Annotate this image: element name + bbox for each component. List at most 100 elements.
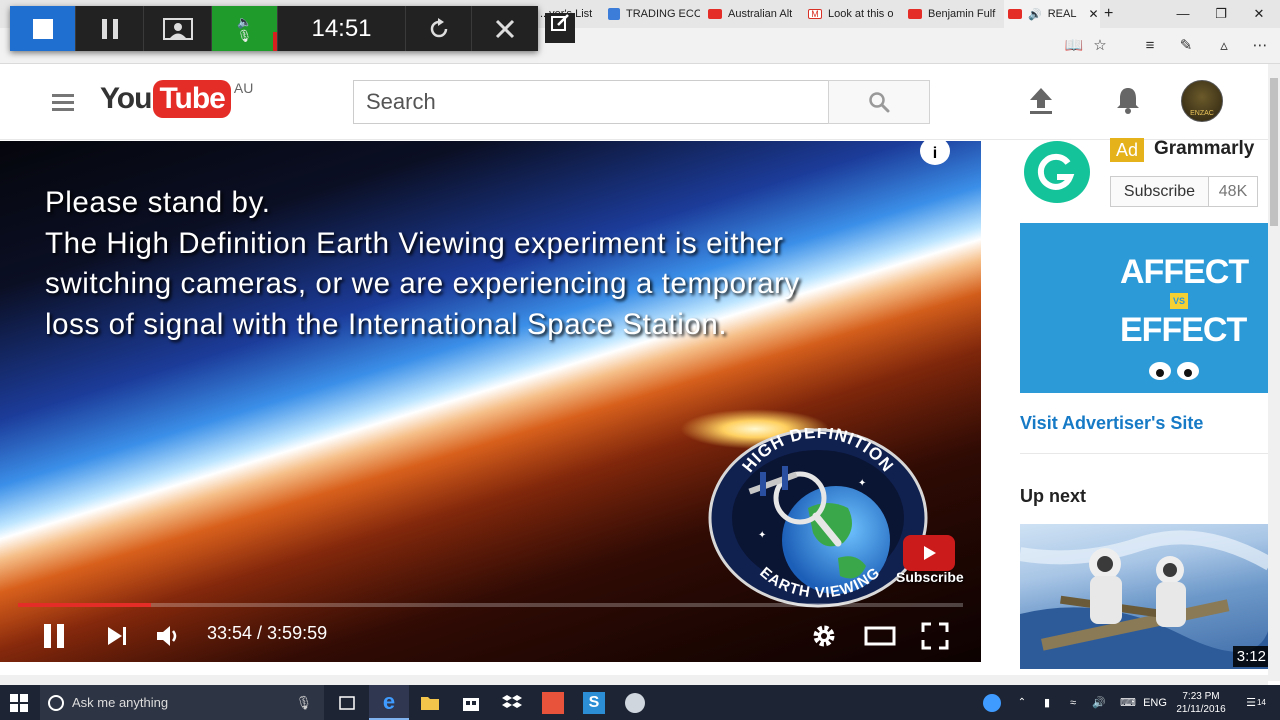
tab-label: TRADING ECC — [626, 8, 700, 20]
ad-image-line1: AFFECT — [1120, 253, 1249, 291]
taskbar-dropbox[interactable] — [492, 685, 532, 720]
microphone-icon: 🎙 — [236, 28, 253, 43]
search-input[interactable]: Search — [353, 80, 829, 124]
scrollbar-thumb[interactable] — [1270, 78, 1278, 226]
clock[interactable]: 7:23 PM 21/11/2016 — [1168, 685, 1234, 720]
audio-level-indicator — [273, 32, 277, 51]
tray-overflow-button[interactable]: ⌃ — [1012, 685, 1032, 720]
app-icon — [542, 691, 564, 714]
cancel-recording-button[interactable] — [472, 6, 538, 51]
browser-tab[interactable]: Australian Alt — [704, 0, 802, 28]
stop-icon — [32, 18, 53, 39]
grammarly-g-icon — [1037, 153, 1075, 190]
taskbar-app-red[interactable] — [533, 685, 573, 720]
next-button[interactable] — [104, 621, 130, 651]
upload-button[interactable] — [1026, 84, 1056, 116]
volume-button[interactable] — [154, 621, 182, 651]
avatar[interactable]: ENZAC — [1181, 80, 1223, 122]
youtube-logo[interactable]: You Tube AU — [100, 80, 253, 118]
recorder-edit-button[interactable] — [545, 13, 575, 43]
more-icon[interactable]: ⋯ — [1250, 36, 1270, 56]
close-tab-icon[interactable]: ✕ — [1088, 7, 1098, 21]
restart-recording-button[interactable] — [406, 6, 472, 51]
region-label: AU — [233, 80, 254, 96]
web-note-icon[interactable]: ✎ — [1176, 36, 1196, 56]
hub-icon[interactable]: ≡ — [1140, 36, 1160, 56]
browser-tab[interactable]: M Look at this o — [804, 0, 902, 28]
recording-timer: 14:51 — [278, 6, 406, 51]
caption-line: switching cameras, or we are experiencin… — [45, 267, 800, 300]
windows-start-icon[interactable] — [10, 694, 28, 712]
favorites-star-icon[interactable]: ☆ — [1090, 36, 1110, 56]
edit-icon — [551, 14, 569, 31]
search-button[interactable] — [828, 80, 930, 124]
share-icon[interactable]: ▵ — [1214, 36, 1234, 56]
close-window-button[interactable]: ✕ — [1236, 0, 1280, 28]
divider — [1020, 453, 1268, 454]
microphone-icon[interactable]: 🎙 — [295, 695, 312, 711]
search-placeholder: Search — [366, 89, 436, 114]
youtube-play-icon[interactable] — [903, 535, 955, 571]
browser-tab-active[interactable]: 🔊 REAL ✕ — [1004, 0, 1100, 28]
taskbar-app-s[interactable]: S — [574, 685, 614, 720]
avatar-text: ENZAC — [1190, 110, 1214, 117]
bell-icon — [1117, 88, 1139, 114]
youtube-icon — [1008, 9, 1022, 19]
battery-icon[interactable]: ▮ — [1036, 685, 1058, 720]
ad-image[interactable]: AFFECT VS EFFECT — [1020, 223, 1270, 393]
gmail-icon: M — [808, 9, 822, 19]
task-view-button[interactable] — [327, 685, 367, 720]
advertiser-name[interactable]: Grammarly — [1154, 138, 1254, 160]
browser-tab[interactable]: TRADING ECC — [604, 0, 700, 28]
fullscreen-button[interactable] — [920, 621, 950, 651]
vertical-scrollbar[interactable] — [1268, 64, 1280, 681]
subscribe-overlay-label[interactable]: Subscribe — [896, 569, 964, 585]
visit-advertiser-link[interactable]: Visit Advertiser's Site — [1020, 413, 1203, 434]
ad-subscribe-button[interactable]: Subscribe 48K — [1110, 176, 1258, 207]
menu-icon[interactable] — [52, 94, 74, 115]
notification-icon: ☰ — [1246, 697, 1256, 709]
wifi-icon[interactable]: ≈ — [1062, 685, 1084, 720]
volume-icon[interactable]: 🔊 — [1088, 685, 1110, 720]
webcam-button[interactable] — [144, 6, 212, 51]
pause-icon — [44, 624, 64, 648]
grammarly-logo[interactable] — [1024, 141, 1090, 203]
youtube-icon — [908, 9, 922, 19]
clock-date: 21/11/2016 — [1176, 703, 1226, 715]
cortana-search-box[interactable]: Ask me anything 🎙 — [40, 685, 324, 720]
next-icon — [108, 627, 126, 645]
clock-time: 7:23 PM — [1182, 690, 1220, 702]
progress-bar[interactable] — [18, 603, 963, 607]
settings-button[interactable] — [810, 621, 838, 651]
theater-mode-button[interactable] — [864, 621, 896, 651]
notifications-button[interactable] — [1113, 84, 1143, 116]
audio-toggle-button[interactable]: 🔈 🎙 — [212, 6, 278, 51]
taskbar-file-explorer[interactable] — [410, 685, 450, 720]
stop-recording-button[interactable] — [10, 6, 76, 51]
taskbar-store[interactable] — [451, 685, 491, 720]
close-icon — [495, 19, 515, 38]
pause-button[interactable] — [40, 621, 68, 651]
bar-chart-icon — [608, 8, 620, 20]
time-display: 33:54 / 3:59:59 — [207, 623, 328, 643]
info-card-button[interactable]: i — [920, 141, 950, 165]
browser-tab[interactable]: Benjamin Fulf — [904, 0, 1002, 28]
new-tab-button[interactable]: + — [1104, 0, 1124, 28]
language-indicator[interactable]: ENG — [1142, 685, 1168, 720]
ad-image-vs: VS — [1170, 293, 1188, 309]
video-player[interactable]: Please stand by. The High Definition Ear… — [0, 141, 981, 662]
tab-label: REAL — [1047, 8, 1077, 20]
reading-view-icon[interactable]: 📖 — [1064, 36, 1084, 56]
action-center-button[interactable]: ☰ 14 — [1242, 685, 1270, 720]
pause-recording-button[interactable] — [76, 6, 144, 51]
logo-tube-text: Tube — [153, 80, 231, 118]
globe-icon — [983, 693, 1001, 712]
keyboard-icon[interactable]: ⌨ — [1116, 685, 1140, 720]
webcam-icon — [162, 17, 193, 40]
up-next-thumbnail[interactable]: 3:12 — [1020, 524, 1270, 669]
taskbar-app-circle[interactable] — [615, 685, 655, 720]
star-icon: ✦ — [858, 478, 866, 489]
taskbar-edge[interactable]: e — [369, 685, 409, 720]
tray-app-icon[interactable] — [980, 685, 1004, 720]
horizontal-scrollbar[interactable] — [0, 675, 1268, 685]
